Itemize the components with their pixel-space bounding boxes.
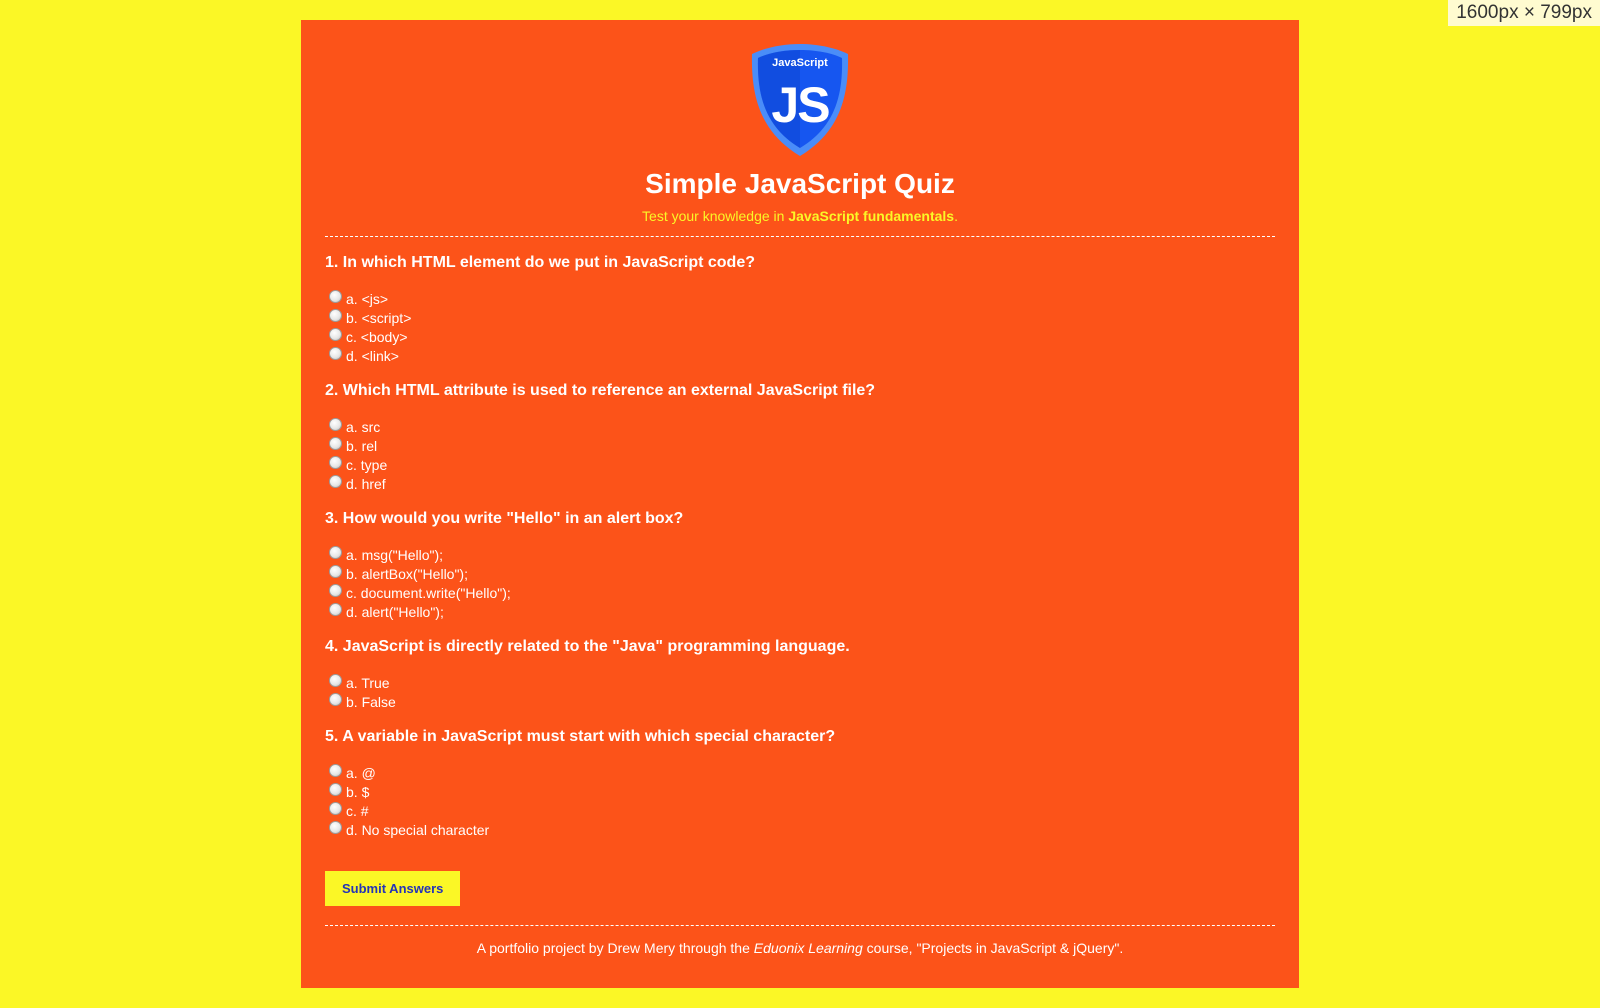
radio-button[interactable]: [329, 821, 342, 834]
answer-label: c. <body>: [346, 328, 408, 345]
answer-label: c. #: [346, 802, 369, 819]
answer-label: d. No special character: [346, 821, 490, 838]
page-subtitle: Test your knowledge in JavaScript fundam…: [642, 208, 958, 224]
radio-button[interactable]: [329, 546, 342, 559]
answer-option[interactable]: a. <js>: [329, 289, 1275, 308]
page-title: Simple JavaScript Quiz: [645, 168, 955, 199]
quiz-form: 1. In which HTML element do we put in Ja…: [325, 253, 1275, 906]
radio-button[interactable]: [329, 437, 342, 450]
radio-button[interactable]: [329, 475, 342, 488]
answer-option[interactable]: c. <body>: [329, 327, 1275, 346]
answer-label: b. alertBox("Hello");: [346, 565, 468, 582]
answer-label: d. <link>: [346, 347, 399, 364]
answer-label: b. $: [346, 783, 370, 800]
question-1: 1. In which HTML element do we put in Ja…: [325, 253, 1275, 365]
radio-button[interactable]: [329, 309, 342, 322]
question-3: 3. How would you write "Hello" in an ale…: [325, 509, 1275, 621]
question-text: 5. A variable in JavaScript must start w…: [325, 728, 836, 745]
question-text: 1. In which HTML element do we put in Ja…: [325, 254, 755, 271]
question-text: 3. How would you write "Hello" in an ale…: [325, 510, 684, 527]
radio-button[interactable]: [329, 783, 342, 796]
radio-button[interactable]: [329, 418, 342, 431]
answer-option[interactable]: d. No special character: [329, 820, 1275, 839]
radio-button[interactable]: [329, 565, 342, 578]
submit-area: Submit Answers: [325, 871, 1275, 906]
javascript-shield-logo: JavaScript JS: [751, 44, 849, 156]
question-2: 2. Which HTML attribute is used to refer…: [325, 381, 1275, 493]
answer-option[interactable]: c. document.write("Hello");: [329, 583, 1275, 602]
answer-option[interactable]: c. #: [329, 801, 1275, 820]
answer-label: c. document.write("Hello");: [346, 584, 511, 601]
answer-label: d. href: [346, 475, 386, 492]
answer-label: c. type: [346, 456, 388, 473]
radio-button[interactable]: [329, 764, 342, 777]
question-text: 4. JavaScript is directly related to the…: [325, 638, 850, 655]
answer-option[interactable]: a. msg("Hello");: [329, 545, 1275, 564]
answer-label: a. src: [346, 418, 381, 435]
radio-button[interactable]: [329, 693, 342, 706]
course-provider: Eduonix Learning: [753, 940, 863, 956]
answer-label: b. <script>: [346, 309, 412, 326]
answer-option[interactable]: b. alertBox("Hello");: [329, 564, 1275, 583]
question-4: 4. JavaScript is directly related to the…: [325, 637, 1275, 711]
radio-button[interactable]: [329, 674, 342, 687]
viewport-size-badge: 1600px × 799px: [1448, 0, 1600, 26]
answer-option[interactable]: b. False: [329, 692, 1275, 711]
answer-option[interactable]: d. alert("Hello");: [329, 602, 1275, 621]
answer-label: a. <js>: [346, 290, 389, 307]
subtitle-highlight: JavaScript fundamentals: [788, 208, 955, 224]
answer-option[interactable]: a. True: [329, 673, 1275, 692]
answer-option[interactable]: b. <script>: [329, 308, 1275, 327]
answer-option[interactable]: d. href: [329, 474, 1275, 493]
answer-option[interactable]: b. rel: [329, 436, 1275, 455]
answer-option[interactable]: b. $: [329, 782, 1275, 801]
radio-button[interactable]: [329, 456, 342, 469]
radio-button[interactable]: [329, 347, 342, 360]
radio-button[interactable]: [329, 328, 342, 341]
header-divider: [325, 236, 1275, 237]
answer-label: b. rel: [346, 437, 378, 454]
answer-option[interactable]: c. type: [329, 455, 1275, 474]
question-5: 5. A variable in JavaScript must start w…: [325, 727, 1275, 839]
answer-label: b. False: [346, 693, 396, 710]
answer-label: a. msg("Hello");: [346, 546, 444, 563]
radio-button[interactable]: [329, 603, 342, 616]
radio-button[interactable]: [329, 290, 342, 303]
logo-letters: JS: [771, 77, 829, 133]
quiz-panel: JavaScript JS Simple JavaScript Quiz Tes…: [301, 20, 1299, 988]
answer-option[interactable]: a. @: [329, 763, 1275, 782]
radio-button[interactable]: [329, 584, 342, 597]
submit-answers-button[interactable]: Submit Answers: [325, 871, 461, 906]
footer-divider: [325, 925, 1275, 926]
answer-option[interactable]: a. src: [329, 417, 1275, 436]
quiz-header: JavaScript JS Simple JavaScript Quiz Tes…: [325, 42, 1275, 226]
answer-option[interactable]: d. <link>: [329, 346, 1275, 365]
answer-label: a. True: [346, 674, 390, 691]
footer-credits: A portfolio project by Drew Mery through…: [476, 940, 1124, 956]
logo-label: JavaScript: [772, 57, 828, 69]
answer-label: d. alert("Hello");: [346, 603, 444, 620]
radio-button[interactable]: [329, 802, 342, 815]
question-text: 2. Which HTML attribute is used to refer…: [325, 382, 876, 399]
answer-label: a. @: [346, 764, 376, 781]
